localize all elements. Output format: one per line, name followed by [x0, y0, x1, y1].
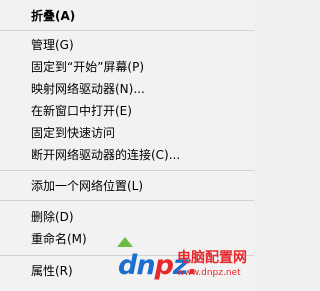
menu-separator: [0, 30, 254, 31]
menu-item-delete[interactable]: 删除(D): [0, 206, 254, 228]
watermark-brand-cn: 电脑配置网: [177, 250, 247, 266]
menu-item-label: 删除(D): [31, 210, 74, 224]
menu-item-disconnect-network-drive[interactable]: 断开网络驱动器的连接(C)...: [0, 144, 254, 166]
menu-item-label: 重命名(M): [31, 232, 87, 246]
menu-item-label: 管理(G): [31, 38, 74, 52]
menu-item-label: 折叠(A): [31, 9, 76, 23]
menu-item-collapse[interactable]: 折叠(A): [0, 5, 254, 27]
menu-item-map-network-drive[interactable]: 映射网络驱动器(N)...: [0, 78, 254, 100]
menu-item-label: 固定到“开始”屏幕(P): [31, 60, 145, 74]
menu-separator: [0, 200, 254, 201]
menu-item-manage[interactable]: 管理(G): [0, 34, 254, 56]
menu-item-label: 属性(R): [31, 264, 73, 278]
watermark-triangle-icon: [117, 237, 133, 247]
watermark-logo: dnpz. 电脑配置网 www.dnpz.net: [118, 248, 254, 291]
watermark-logo-accent: p: [154, 250, 174, 281]
menu-item-label: 在新窗口中打开(E): [31, 104, 132, 118]
watermark-logo-main: dn: [118, 250, 156, 281]
context-menu: 折叠(A) 管理(G) 固定到“开始”屏幕(P) 映射网络驱动器(N)... 在…: [0, 0, 254, 291]
menu-item-label: 添加一个网络位置(L): [31, 179, 144, 193]
menu-item-add-network-location[interactable]: 添加一个网络位置(L): [0, 175, 254, 197]
watermark-url: www.dnpz.net: [177, 268, 241, 278]
menu-item-label: 断开网络驱动器的连接(C)...: [31, 148, 181, 162]
menu-item-pin-quick-access[interactable]: 固定到快速访问: [0, 122, 254, 144]
menu-item-label: 映射网络驱动器(N)...: [31, 82, 145, 96]
menu-separator: [0, 170, 254, 171]
menu-item-label: 固定到快速访问: [31, 126, 116, 140]
menu-item-open-new-window[interactable]: 在新窗口中打开(E): [0, 100, 254, 122]
menu-item-pin-to-start[interactable]: 固定到“开始”屏幕(P): [0, 56, 254, 78]
